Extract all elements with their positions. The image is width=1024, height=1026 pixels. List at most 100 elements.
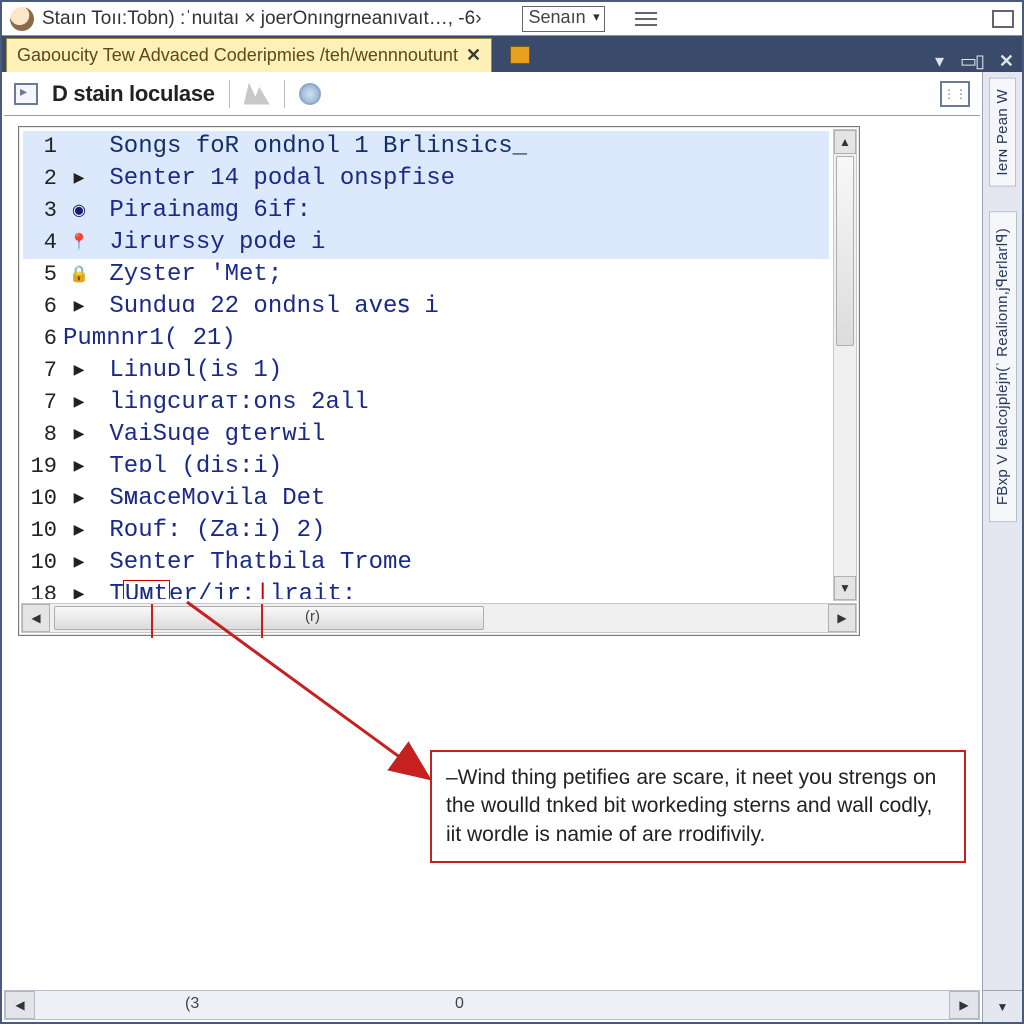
file-icon[interactable] [510,46,530,64]
avatar [10,7,34,31]
scroll-down-icon[interactable]: ▼ [982,990,1022,1022]
scroll-right-icon[interactable]: ▶ [828,604,856,632]
document-icon[interactable] [14,83,38,105]
line-number: 8 [23,419,63,451]
lock-gutter-icon[interactable]: 🔒 [63,259,95,291]
code-line[interactable]: 5🔒 Zyster 'Met; [23,259,829,291]
code-line[interactable]: 18 TUᴍter/jr:|lrait: [23,579,829,599]
line-number: 7 [23,355,63,387]
code-line[interactable]: 2 Senter 14 podal onspfise [23,163,829,195]
tri-gutter-icon[interactable] [63,419,95,451]
close-icon[interactable]: ✕ [991,51,1022,72]
scroll-track[interactable]: (3 0 [35,991,949,1019]
scroll-thumb[interactable] [54,606,484,630]
code-line[interactable]: 8 VaiSuqe gterwil [23,419,829,451]
code-text: lingcuraᴛ:ons 2all [95,387,369,419]
line-number: 18 [23,579,63,599]
line-number: 10 [23,515,63,547]
code-text: TUᴍter/jr:|lrait: [95,579,356,599]
ruler-mark: (r) [305,608,320,625]
line-number: 4 [23,227,63,259]
editor-toolbar: D stain loculase ⋮⋮ [4,72,980,116]
menu-icon[interactable] [635,12,657,26]
line-number: 19 [23,451,63,483]
tab-active[interactable]: Gaɒoucity Tew Advaced Coderipmies /teh/w… [6,38,492,72]
code-text: Zyster 'Met; [95,259,282,291]
split-icon[interactable]: ▭▯ [952,51,991,72]
side-tab-mid[interactable]: FBxp V lealcojplejn(ˈ Realionn,jꟼerlarlꟼ… [989,211,1017,522]
chevron-down-icon[interactable]: ▾ [927,51,952,72]
code-line[interactable]: 10 SᴍaceMovila Det [23,483,829,515]
globe-icon[interactable] [299,83,321,105]
tri-gutter-icon[interactable] [63,579,95,599]
code-line[interactable]: 10 Rouf: (Za:i) 2) [23,515,829,547]
code-body[interactable]: 1 Songs foR ondnol 1 Brlinsics_2 Senter … [23,131,829,599]
tab-label: Gaɒoucity Tew Advaced Coderipmies /teh/w… [17,45,458,66]
code-text: VaiSuqe gterwil [95,419,325,451]
tab-strip: Gaɒoucity Tew Advaced Coderipmies /teh/w… [2,36,1022,72]
code-line[interactable]: 3◉ Pirainamg 6if: [23,195,829,227]
line-number: 5 [23,259,63,291]
separator [284,80,285,108]
code-text: Pirainamg 6if: [95,195,311,227]
editor-v-scrollbar[interactable]: ▲ ▼ [833,129,857,601]
code-line[interactable]: 10 Senter Thatbila Trome [23,547,829,579]
tri-gutter-icon[interactable] [63,163,95,195]
scroll-down-icon[interactable]: ▼ [834,576,856,600]
line-number: 3 [23,195,63,227]
tri-gutter-icon[interactable] [63,483,95,515]
line-number: 1 [23,131,63,163]
code-line[interactable]: 19 Teɒl (dis:i) [23,451,829,483]
dot-gutter-icon[interactable]: ◉ [63,195,95,227]
line-number: 10 [23,483,63,515]
window-title: Staın Toıı:Tobn) :ˈnuıtaı × joerOnıngrne… [42,8,482,30]
code-editor[interactable]: 1 Songs foR ondnol 1 Brlinsics_2 Senter … [18,126,860,636]
code-line[interactable]: 6Pumnnr1( 21) [23,323,829,355]
separator [229,80,230,108]
code-line[interactable]: 1 Songs foR ondnol 1 Brlinsics_ [23,131,829,163]
code-text: SᴍaceMovila Det [95,483,325,515]
code-text: Jirurssy pode i [95,227,325,259]
code-text: Sunduɑ 22 ondnsl aveꜱ i [95,291,439,323]
line-number: 6 [23,323,63,355]
settings-icon[interactable]: ⋮⋮ [940,81,970,107]
code-text: Senter Thatbila Trome [95,547,412,579]
tri-gutter-icon[interactable] [63,547,95,579]
line-number: 2 [23,163,63,195]
window-restore-icon[interactable] [992,10,1014,28]
scroll-left-icon[interactable]: ◀ [22,604,50,632]
code-line[interactable]: 7 lingcuraᴛ:ons 2all [23,387,829,419]
side-rail: Ierɴ Pean W FBxp V lealcojplejn(ˈ Realio… [982,72,1022,1022]
code-text: Teɒl (dis:i) [95,451,282,483]
ruler-mark: (3 [185,995,199,1013]
tab-close-icon[interactable]: ✕ [466,45,481,66]
code-line[interactable]: 6 Sunduɑ 22 ondnsl aveꜱ i [23,291,829,323]
tri-gutter-icon[interactable] [63,355,95,387]
tri-gutter-icon[interactable] [63,387,95,419]
scroll-left-icon[interactable]: ◀ [5,991,35,1019]
top-select[interactable]: Senaın [522,6,605,32]
code-text: Pumnnr1( 21) [63,323,236,355]
line-number: 6 [23,291,63,323]
line-number: 7 [23,387,63,419]
scroll-track[interactable]: (r) [50,604,828,632]
pin-gutter-icon[interactable]: 📍 [63,227,95,259]
tri-gutter-icon[interactable] [63,291,95,323]
tri-gutter-icon[interactable] [63,515,95,547]
code-line[interactable]: 4📍 Jirurssy pode i [23,227,829,259]
editor-h-scrollbar[interactable]: ◀ (r) ▶ [21,603,857,633]
scroll-right-icon[interactable]: ▶ [949,991,979,1019]
code-line[interactable]: 7 Linuᴅl(is 1) [23,355,829,387]
scroll-up-icon[interactable]: ▲ [834,130,856,154]
code-text: Linuᴅl(is 1) [95,355,282,387]
window-titlebar: Staın Toıı:Tobn) :ˈnuıtaı × joerOnıngrne… [2,2,1022,36]
side-tab-top[interactable]: Ierɴ Pean W [989,78,1016,187]
scroll-thumb[interactable] [836,156,854,346]
ruler-mark: 0 [455,995,464,1013]
structure-icon[interactable] [244,83,270,105]
tri-gutter-icon[interactable] [63,451,95,483]
outer-h-scrollbar[interactable]: ◀ (3 0 ▶ [4,990,980,1020]
code-text: Rouf: (Za:i) 2) [95,515,325,547]
code-text: Senter 14 podal onspfise [95,163,455,195]
breadcrumb[interactable]: D stain loculase [52,81,215,107]
